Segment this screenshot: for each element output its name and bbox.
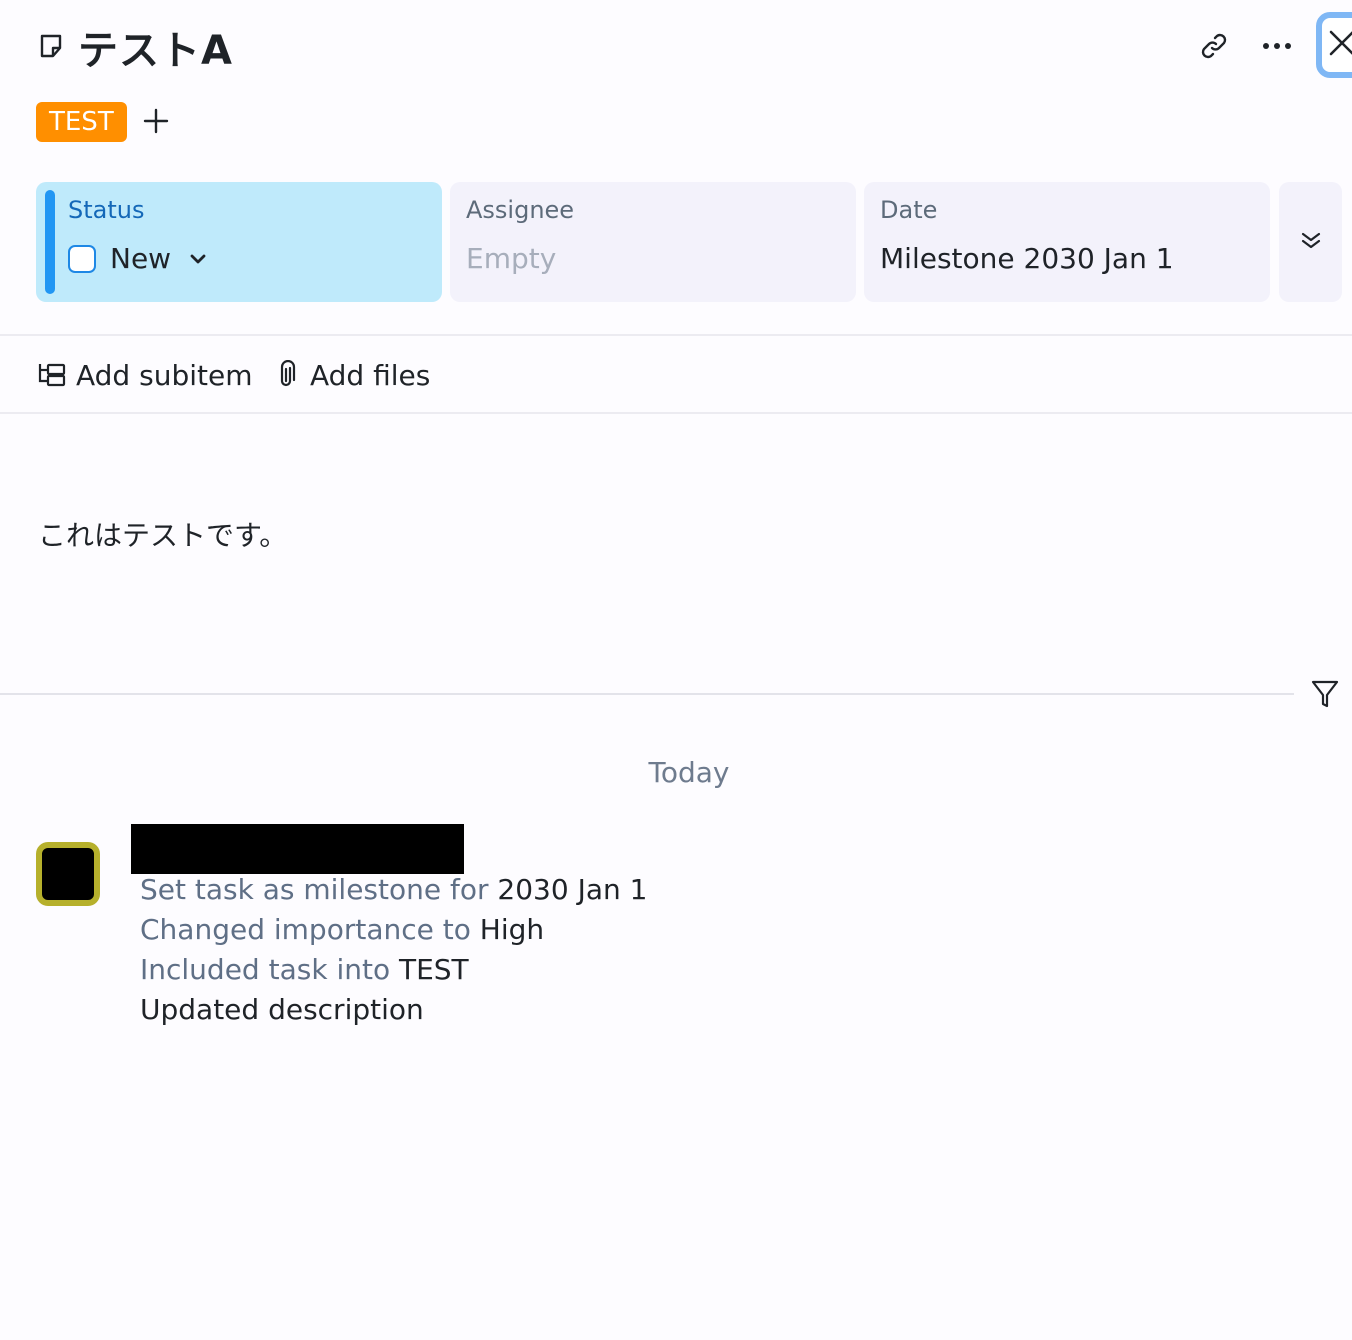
assignee-value: Empty: [466, 242, 557, 275]
add-tag-button[interactable]: [142, 107, 170, 135]
description-text[interactable]: これはテストです。: [38, 514, 287, 554]
add-files-button[interactable]: Add files: [274, 352, 430, 398]
add-subitem-button[interactable]: Add subitem: [36, 352, 252, 398]
activity-entries: Set task as milestone for 2030 Jan 1 Cha…: [140, 870, 647, 1030]
date-value: Milestone 2030 Jan 1: [880, 242, 1174, 275]
date-field[interactable]: Date Milestone 2030 Jan 1: [864, 182, 1270, 302]
activity-entry: Included task into TEST: [140, 953, 469, 986]
task-title[interactable]: テストA: [78, 18, 233, 76]
add-subitem-label: Add subitem: [76, 358, 253, 392]
status-field[interactable]: Status New: [36, 182, 442, 302]
subitem-icon: [36, 361, 76, 389]
expand-fields-button[interactable]: [1279, 182, 1342, 302]
task-note-icon: [38, 33, 64, 59]
status-checkbox[interactable]: [68, 244, 96, 273]
plus-icon: [142, 108, 170, 139]
paperclip-icon: [274, 360, 310, 390]
status-value[interactable]: New: [68, 242, 442, 275]
chevron-down-icon: [189, 253, 207, 265]
link-icon[interactable]: [1196, 28, 1232, 64]
tag-chip[interactable]: TEST: [36, 102, 127, 142]
status-text: New: [110, 242, 172, 275]
filter-icon[interactable]: [1309, 677, 1341, 711]
divider: [0, 412, 1352, 414]
add-files-label: Add files: [310, 358, 431, 392]
close-icon: [1328, 29, 1352, 61]
redacted-user-name: [131, 824, 464, 874]
date-label: Date: [880, 196, 938, 224]
close-button[interactable]: [1316, 12, 1352, 78]
divider: [0, 334, 1352, 336]
activity-date-group: Today: [648, 756, 730, 789]
more-icon[interactable]: [1259, 28, 1295, 64]
activity-entry: Set task as milestone for 2030 Jan 1: [140, 873, 648, 906]
activity-divider: [0, 693, 1294, 695]
assignee-field[interactable]: Assignee Empty: [450, 182, 856, 302]
avatar[interactable]: [36, 842, 100, 906]
activity-entry: Changed importance to High: [140, 913, 545, 946]
status-label: Status: [68, 196, 145, 224]
double-chevron-down-icon: [1300, 230, 1322, 254]
activity-entry: Updated description: [140, 993, 424, 1026]
assignee-label: Assignee: [466, 196, 575, 224]
